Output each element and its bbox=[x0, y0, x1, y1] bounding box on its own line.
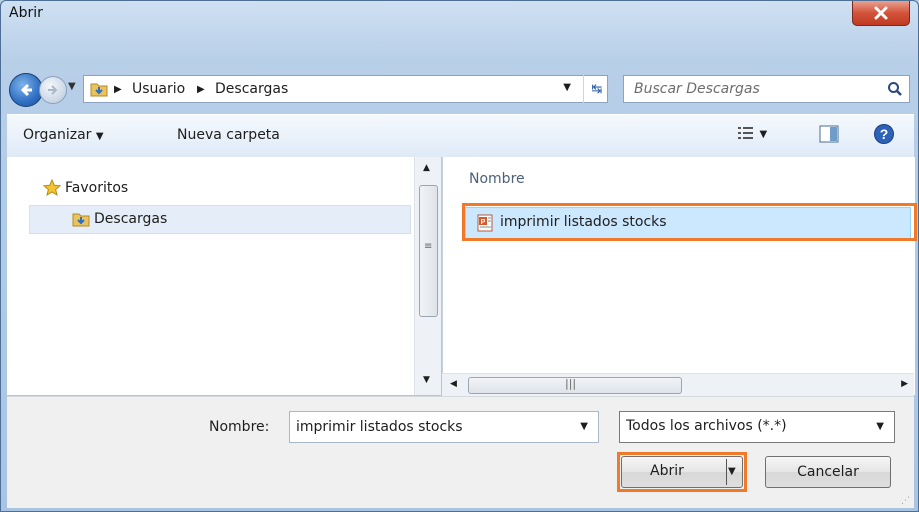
chevron-down-icon: ▼ bbox=[876, 421, 884, 432]
grip-icon: ||| bbox=[565, 377, 577, 390]
view-list-icon bbox=[738, 127, 753, 139]
file-type-value: Todos los archivos (*.*) bbox=[626, 418, 787, 434]
breadcrumb-separator-icon[interactable]: ▶ bbox=[114, 84, 122, 95]
help-icon: ? bbox=[874, 124, 894, 144]
resize-grip-icon[interactable]: ⋰ bbox=[901, 496, 910, 506]
file-type-select[interactable]: Todos los archivos (*.*) ▼ bbox=[619, 411, 895, 443]
window-title: Abrir bbox=[9, 5, 43, 21]
grip-icon: ≡ bbox=[424, 241, 433, 252]
search-input[interactable]: Buscar Descargas bbox=[623, 75, 910, 103]
filename-input[interactable]: imprimir listados stocks ▼ bbox=[289, 411, 599, 443]
arrow-right-icon bbox=[48, 85, 58, 95]
address-row: ▼ ▶ Usuario ▶ Descargas ▼ ↹ Buscar Desca… bbox=[9, 71, 910, 107]
folder-download-icon bbox=[72, 213, 90, 227]
breadcrumb-usuario[interactable]: Usuario bbox=[132, 81, 185, 97]
preview-pane-icon bbox=[819, 125, 839, 143]
search-placeholder: Buscar Descargas bbox=[634, 81, 760, 97]
chevron-down-icon: ▼ bbox=[759, 129, 768, 140]
close-icon bbox=[874, 6, 888, 20]
back-button[interactable] bbox=[9, 73, 43, 107]
svg-text:?: ? bbox=[880, 126, 889, 142]
bottom-panel: Nombre: imprimir listados stocks ▼ Todos… bbox=[7, 396, 914, 508]
star-icon bbox=[43, 179, 61, 197]
cancel-button[interactable]: Cancelar bbox=[765, 456, 891, 488]
scroll-thumb[interactable]: ||| bbox=[468, 377, 682, 394]
nav-pane-scrollbar[interactable]: ▲ ≡ ▼ bbox=[414, 157, 441, 395]
scroll-left-icon[interactable]: ◀ bbox=[450, 379, 457, 389]
title-bar: Abrir bbox=[1, 1, 918, 33]
address-dropdown-icon[interactable]: ▼ bbox=[563, 82, 571, 93]
file-list-pane: Nombre P imprimir listados stocks bbox=[442, 157, 915, 395]
breadcrumb-descargas[interactable]: Descargas bbox=[215, 81, 288, 97]
help-button[interactable]: ? bbox=[873, 123, 895, 149]
refresh-icon: ↹ bbox=[591, 81, 603, 97]
folder-download-icon bbox=[90, 83, 108, 97]
preview-pane-button[interactable] bbox=[819, 125, 839, 147]
address-bar[interactable]: ▶ Usuario ▶ Descargas ▼ bbox=[83, 75, 608, 103]
filename-dropdown-icon[interactable]: ▼ bbox=[580, 421, 588, 432]
scroll-right-icon[interactable]: ▶ bbox=[901, 379, 908, 389]
scroll-up-icon[interactable]: ▲ bbox=[423, 163, 430, 173]
history-dropdown-icon[interactable]: ▼ bbox=[68, 81, 76, 92]
column-header-name[interactable]: Nombre bbox=[469, 171, 525, 187]
sidebar-item-label: Descargas bbox=[94, 211, 168, 227]
command-toolbar: Organizar ▼ Nueva carpeta ▼ ? bbox=[7, 114, 914, 158]
open-file-dialog: Abrir ▼ ▶ Usuario ▶ Descargas ▼ ↹ Buscar… bbox=[0, 0, 919, 512]
forward-button[interactable] bbox=[39, 76, 67, 104]
scroll-thumb[interactable]: ≡ bbox=[419, 185, 438, 317]
breadcrumb-separator-icon[interactable]: ▶ bbox=[197, 84, 205, 95]
arrow-left-icon bbox=[20, 83, 32, 97]
filename-value: imprimir listados stocks bbox=[296, 419, 463, 435]
filename-label: Nombre: bbox=[209, 419, 270, 435]
file-highlight-box bbox=[462, 203, 917, 241]
favorites-label: Favoritos bbox=[65, 180, 129, 196]
refresh-button[interactable]: ↹ bbox=[583, 75, 610, 103]
organize-label: Organizar bbox=[23, 127, 92, 143]
search-icon[interactable] bbox=[887, 81, 903, 97]
organize-button[interactable]: Organizar ▼ bbox=[23, 127, 104, 143]
cancel-button-label: Cancelar bbox=[797, 464, 859, 480]
navigation-pane: Favoritos Descargas bbox=[7, 157, 440, 395]
view-options-button[interactable]: ▼ bbox=[737, 125, 767, 145]
sidebar-item-descargas[interactable]: Descargas bbox=[29, 205, 411, 234]
open-highlight-box bbox=[617, 452, 747, 492]
scroll-down-icon[interactable]: ▼ bbox=[423, 375, 430, 385]
file-list-hscrollbar[interactable]: ◀ ||| ▶ bbox=[442, 373, 914, 396]
new-folder-button[interactable]: Nueva carpeta bbox=[177, 127, 280, 143]
chevron-down-icon: ▼ bbox=[95, 131, 104, 142]
close-button[interactable] bbox=[852, 1, 910, 26]
